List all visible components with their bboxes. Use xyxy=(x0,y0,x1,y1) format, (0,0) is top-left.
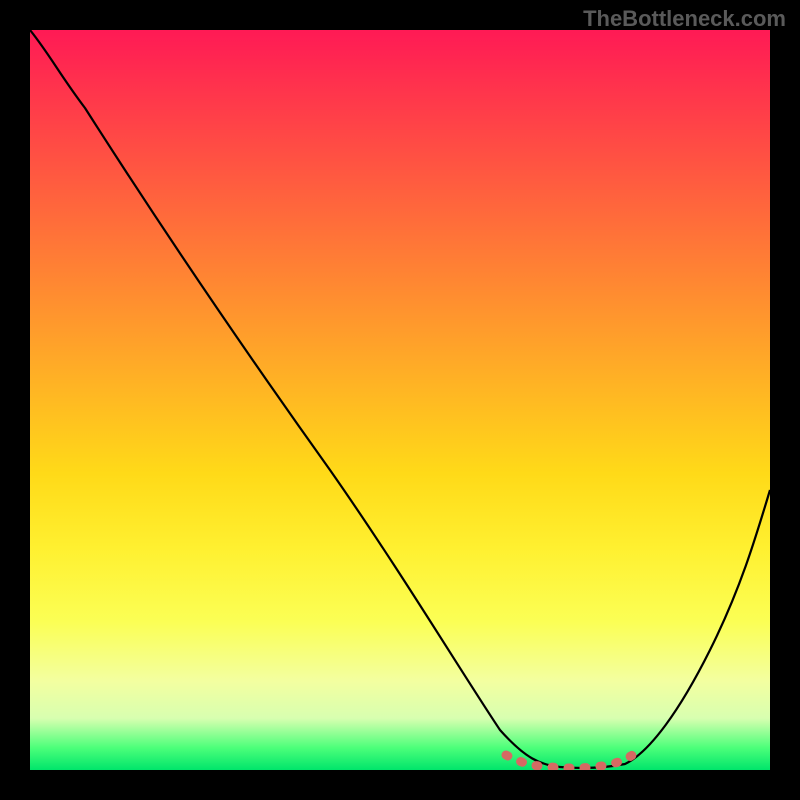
optimal-highlight-line xyxy=(506,754,634,768)
chart-svg xyxy=(30,30,770,770)
plot-area xyxy=(30,30,770,770)
bottleneck-curve-line xyxy=(30,30,770,768)
watermark-text: TheBottleneck.com xyxy=(583,6,786,32)
